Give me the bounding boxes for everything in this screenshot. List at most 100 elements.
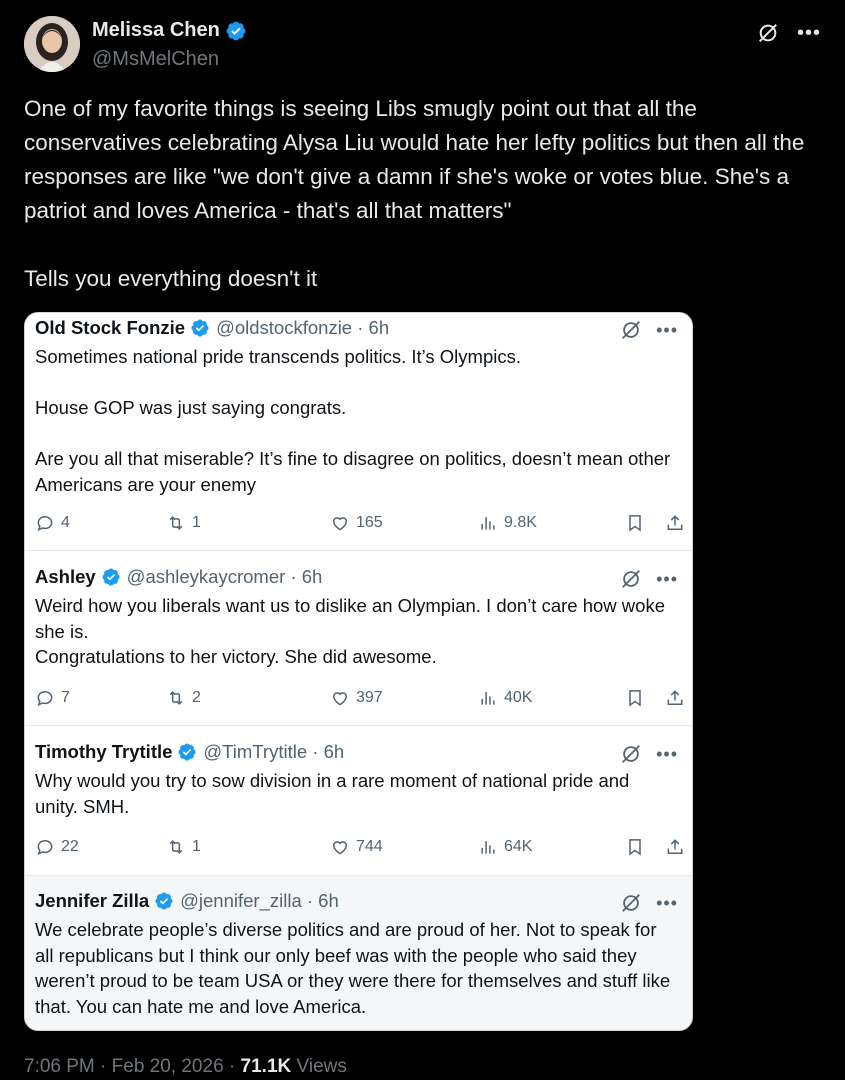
author-handle[interactable]: @MsMelChen xyxy=(92,48,219,71)
reply-count: 22 xyxy=(35,834,79,860)
grok-icon[interactable] xyxy=(757,22,779,44)
post-text: One of my favorite things is seeing Libs… xyxy=(24,96,805,291)
share-button xyxy=(665,834,685,860)
bookmark-button xyxy=(625,510,645,536)
reply-card: Ashley @ashleykaycromer · 6h ••• Weird h… xyxy=(25,550,692,725)
more-icon: ••• xyxy=(656,744,678,764)
like-count-value: 744 xyxy=(356,838,383,855)
post-views-label: Views xyxy=(296,1056,347,1077)
retweet-icon xyxy=(169,840,183,854)
views-icon xyxy=(481,517,495,530)
reply-author-name: Ashley xyxy=(35,566,96,587)
reply-text: Weird how you liberals want us to dislik… xyxy=(35,595,665,667)
retweet-icon xyxy=(169,516,183,530)
retweet-count: 1 xyxy=(166,834,201,860)
verified-badge-icon xyxy=(191,319,209,337)
reply-text: Sometimes national pride transcends poli… xyxy=(35,346,671,495)
reply-actions: ••• xyxy=(620,743,678,765)
verified-badge-icon xyxy=(102,568,120,586)
embedded-screenshot: Old Stock Fonzie @oldstockfonzie · 6h ••… xyxy=(24,312,693,1031)
reply-count: 4 xyxy=(35,510,70,536)
reply-divider xyxy=(25,725,692,726)
views-icon xyxy=(481,841,495,854)
like-count: 397 xyxy=(330,685,383,711)
author-name[interactable]: Melissa Chen xyxy=(92,19,220,42)
reply-card: Old Stock Fonzie @oldstockfonzie · 6h ••… xyxy=(25,313,692,550)
reply-header: Old Stock Fonzie @oldstockfonzie · 6h xyxy=(35,317,389,339)
bookmark-icon xyxy=(629,690,641,707)
views-count: 40K xyxy=(478,685,532,711)
retweet-count-value: 1 xyxy=(192,514,201,531)
post-view-count: 71.1K xyxy=(240,1056,292,1077)
views-count-value: 40K xyxy=(504,689,533,706)
verified-badge-icon xyxy=(226,21,246,40)
reply-text: Why would you try to sow division in a r… xyxy=(35,770,630,817)
reply-count: 7 xyxy=(35,685,70,711)
heart-icon xyxy=(332,517,348,531)
reply-card: Jennifer Zilla @jennifer_zilla · 6h ••• … xyxy=(25,875,692,1030)
bookmark-icon xyxy=(629,515,641,532)
grok-icon xyxy=(622,321,640,339)
retweet-icon xyxy=(169,691,183,705)
share-icon xyxy=(667,690,683,705)
reply-icon xyxy=(37,839,53,856)
retweet-count: 2 xyxy=(166,685,201,711)
like-count-value: 397 xyxy=(356,689,383,706)
post-header: Melissa Chen @MsMelChen ••• xyxy=(24,16,821,74)
reply-author-handle: @TimTrytitle · 6h xyxy=(203,741,345,762)
bookmark-button xyxy=(625,685,645,711)
reply-count-value: 4 xyxy=(61,514,70,531)
reply-author-name: Jennifer Zilla xyxy=(35,890,150,911)
reply-actions: ••• xyxy=(620,319,678,341)
header-actions: ••• xyxy=(757,22,821,44)
views-count: 9.8K xyxy=(478,510,537,536)
reply-divider xyxy=(25,550,692,551)
verified-badge-icon xyxy=(178,743,196,761)
reply-stats: 22 1 744 64K xyxy=(35,834,685,860)
reply-stats: 4 1 165 9.8K xyxy=(35,510,685,536)
like-count-value: 165 xyxy=(356,514,383,531)
more-icon: ••• xyxy=(656,320,678,340)
like-count: 165 xyxy=(330,510,383,536)
grok-icon xyxy=(622,745,640,763)
grok-icon xyxy=(622,570,640,588)
reply-author-handle: @jennifer_zilla · 6h xyxy=(180,890,339,911)
reply-header: Timothy Trytitle @TimTrytitle · 6h xyxy=(35,741,344,763)
reply-stats: 7 2 397 40K xyxy=(35,685,685,711)
bookmark-icon xyxy=(629,839,641,856)
reply-author-handle: @oldstockfonzie · 6h xyxy=(216,317,390,338)
reply-count-value: 22 xyxy=(61,838,79,855)
reply-text: We celebrate people’s diverse politics a… xyxy=(35,919,671,1017)
retweet-count-value: 1 xyxy=(192,838,201,855)
separator: · xyxy=(228,1056,236,1077)
share-button xyxy=(665,685,685,711)
share-icon xyxy=(667,839,683,854)
author-avatar[interactable] xyxy=(24,16,80,72)
retweet-count-value: 2 xyxy=(192,689,201,706)
views-count-value: 64K xyxy=(504,838,533,855)
reply-actions: ••• xyxy=(620,892,678,914)
post-date[interactable]: Feb 20, 2026 xyxy=(112,1056,224,1077)
reply-icon xyxy=(37,515,53,532)
more-icon: ••• xyxy=(656,893,678,913)
grok-icon xyxy=(622,894,640,912)
reply-divider xyxy=(25,875,692,876)
more-icon[interactable]: ••• xyxy=(797,23,821,43)
heart-icon xyxy=(332,841,348,855)
retweet-count: 1 xyxy=(166,510,201,536)
reply-header: Ashley @ashleykaycromer · 6h xyxy=(35,566,322,588)
post-timestamp: 7:06 PM · Feb 20, 2026 · 71.1K Views xyxy=(24,1056,347,1078)
views-count-value: 9.8K xyxy=(504,514,537,531)
reply-author-name: Old Stock Fonzie xyxy=(35,317,186,338)
author-name-row[interactable]: Melissa Chen xyxy=(92,19,247,42)
reply-actions: ••• xyxy=(620,568,678,590)
reply-author-handle: @ashleykaycromer · 6h xyxy=(126,566,323,587)
share-icon xyxy=(667,515,683,530)
heart-icon xyxy=(332,692,348,706)
post-time[interactable]: 7:06 PM xyxy=(24,1056,95,1077)
views-icon xyxy=(481,692,495,705)
reply-icon xyxy=(37,690,53,707)
bookmark-button xyxy=(625,834,645,860)
reply-author-name: Timothy Trytitle xyxy=(35,741,173,762)
reply-header: Jennifer Zilla @jennifer_zilla · 6h xyxy=(35,890,339,912)
